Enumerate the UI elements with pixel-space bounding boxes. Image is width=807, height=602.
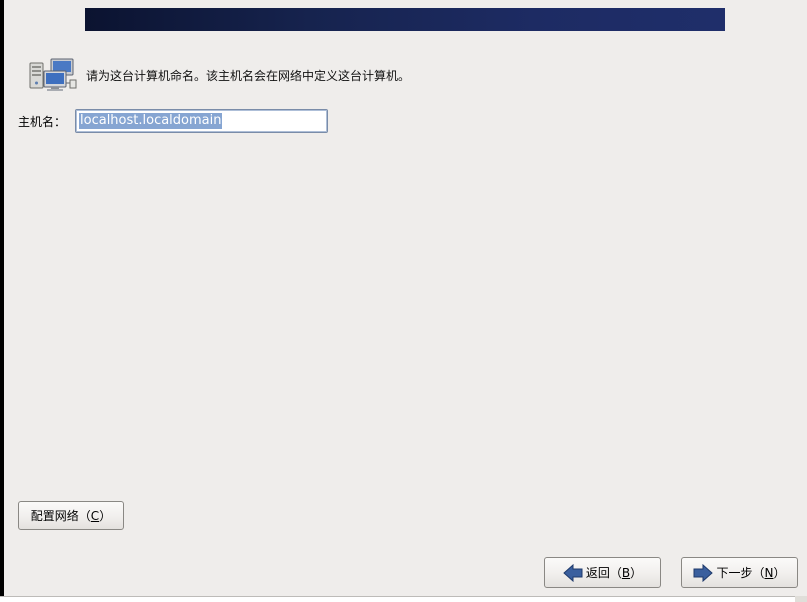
next-button[interactable]: 下一步（ N） [681,557,798,588]
back-button[interactable]: 返回（ B） [544,557,661,588]
intro-text: 请为这台计算机命名。该主机名会在网络中定义这台计算机。 [86,68,411,83]
hostname-input-value: localhost.localdomain [79,113,223,129]
back-label: 返回（ [585,566,622,580]
intro-section: 请为这台计算机命名。该主机名会在网络中定义这台计算机。 [26,57,410,93]
window-bottom-border [0,596,807,602]
configure-network-button[interactable]: 配置网络（ C） [18,501,124,530]
installer-window: 请为这台计算机命名。该主机名会在网络中定义这台计算机。 主机名： localho… [4,0,807,596]
next-label: 下一步（ [716,566,765,580]
back-close: ） [630,566,643,580]
header-banner [85,8,725,31]
configure-network-label: 配置网络（ [30,509,91,523]
hostname-label: 主机名： [18,114,67,129]
back-mnemonic: B [621,565,631,580]
hostname-row: 主机名： localhost.localdomain [18,109,329,133]
configure-network-close: ） [99,509,112,523]
hostname-input[interactable]: localhost.localdomain [75,109,329,133]
arrow-left-icon [563,563,583,582]
arrow-right-icon [693,563,714,582]
network-computers-icon [29,58,77,91]
next-mnemonic: N [764,565,774,580]
resize-grip[interactable] [795,596,807,602]
configure-network-mnemonic: C [90,508,100,523]
next-close: ） [773,566,786,580]
